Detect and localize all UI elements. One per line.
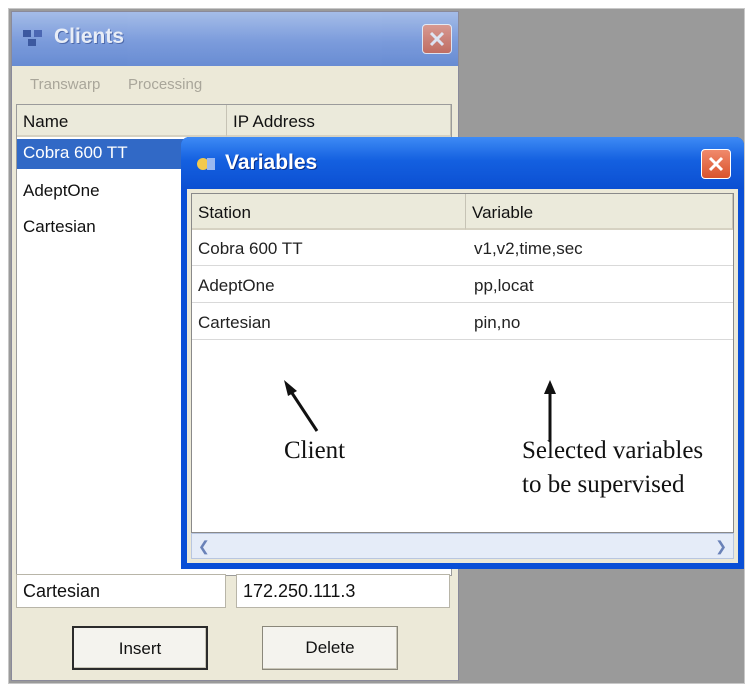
selected-variables-annotation-line2: to be supervised [522, 471, 685, 498]
scroll-right-icon[interactable]: ❯ [715, 538, 727, 555]
screenshot-frame: Clients Transwarp Processing Name IP Add… [8, 8, 745, 684]
menu-item-processing[interactable]: Processing [128, 76, 202, 93]
network-icon [22, 28, 44, 48]
insert-button[interactable]: Insert [72, 626, 208, 670]
clients-menubar: Transwarp Processing [12, 66, 458, 102]
list-item-cartesian[interactable]: Cartesian [17, 213, 96, 243]
variables-titlebar[interactable]: Variables [181, 137, 744, 189]
name-field[interactable]: Cartesian [16, 574, 226, 608]
variables-arrowhead [544, 380, 556, 394]
column-header-ip[interactable]: IP Address [227, 105, 451, 137]
variables-table[interactable]: Station Variable Cobra 600 TT v1,v2,time… [191, 193, 734, 533]
variables-window: Variables Station Variable Cobra 600 TT … [181, 137, 744, 569]
scroll-left-icon[interactable]: ❮ [198, 538, 210, 555]
ip-address-field[interactable]: 172.250.111.3 [236, 574, 450, 608]
clients-title: Clients [54, 25, 125, 48]
list-item-adeptone[interactable]: AdeptOne [17, 177, 100, 207]
column-header-name[interactable]: Name [17, 105, 227, 137]
variables-icon [195, 154, 217, 179]
client-arrowhead [284, 380, 297, 396]
list-item-cobra[interactable]: Cobra 600 TT [17, 139, 191, 169]
variables-body: Station Variable Cobra 600 TT v1,v2,time… [187, 189, 738, 563]
delete-button[interactable]: Delete [262, 626, 398, 670]
selected-variables-annotation-line1: Selected variables [522, 437, 704, 464]
close-icon [708, 156, 724, 172]
clients-titlebar[interactable]: Clients [12, 12, 458, 66]
close-icon [429, 31, 445, 47]
horizontal-scrollbar[interactable]: ❮ ❯ [191, 533, 734, 559]
variables-title: Variables [225, 151, 318, 174]
variables-close-button[interactable] [701, 149, 731, 179]
client-annotation: Client [284, 437, 346, 464]
client-arrow [288, 389, 319, 432]
clients-close-button[interactable] [422, 24, 452, 54]
menu-item-transwarp[interactable]: Transwarp [30, 76, 100, 93]
